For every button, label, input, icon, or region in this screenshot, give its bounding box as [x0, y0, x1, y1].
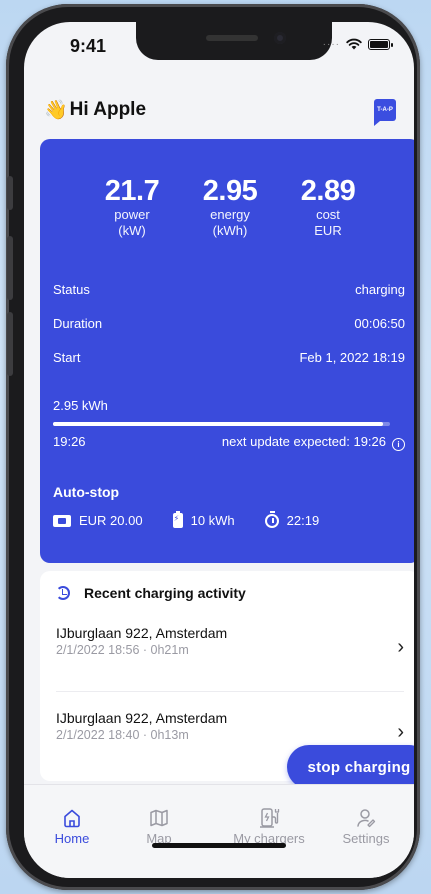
tab-settings[interactable]: Settings: [321, 805, 411, 846]
home-indicator[interactable]: [152, 843, 286, 848]
activity-meta: 2/1/2022 18:40 · 0h13m: [56, 728, 189, 742]
app-screen: 9:41 ···· 👋 Hi Apple T-A-P 21.7 power (k…: [24, 22, 414, 878]
update-row: 19:26 next update expected: 19:26 i: [53, 434, 405, 451]
greeting: 👋 Hi Apple: [44, 98, 146, 122]
status-indicators: ····: [322, 38, 393, 50]
notch: [136, 22, 332, 60]
chevron-right-icon: ›: [397, 636, 404, 658]
detail-label: Start: [53, 350, 81, 365]
detail-row-duration: Duration 00:06:50: [53, 316, 405, 331]
metric-value: 2.95: [202, 175, 258, 207]
autostop-cost: EUR 20.00: [53, 513, 143, 528]
front-camera: [274, 32, 286, 44]
metric-cost: 2.89 cost EUR: [279, 175, 377, 239]
autostop-energy: 10 kWh: [172, 511, 235, 528]
metric-unit: EUR: [314, 223, 342, 238]
metric-unit: (kWh): [212, 223, 248, 238]
battery-charge-icon: [172, 511, 183, 528]
next-update-text: next update expected: 19:26: [221, 434, 386, 449]
autostop-cost-value: EUR 20.00: [79, 513, 143, 528]
user-settings-icon: [357, 809, 376, 828]
speaker: [206, 35, 258, 41]
detail-label: Duration: [53, 316, 103, 331]
autostop-time-value: 22:19: [286, 513, 320, 528]
status-time: 9:41: [70, 36, 107, 56]
home-icon: [64, 809, 80, 828]
progress-bar: [53, 422, 390, 426]
metric-energy: 2.95 energy (kWh): [181, 175, 279, 239]
tab-home[interactable]: Home: [27, 805, 117, 846]
autostop-energy-value: 10 kWh: [190, 513, 235, 528]
metric-value: 2.89: [300, 175, 356, 207]
metric-label: cost: [316, 207, 340, 222]
divider: [56, 691, 404, 692]
autostop-time: 22:19: [264, 510, 320, 528]
tab-my-chargers[interactable]: My chargers: [222, 805, 316, 846]
autostop-row: EUR 20.00 10 kWh 22:19: [53, 510, 349, 528]
tab-bar: Home Map My chargers Settings: [24, 784, 414, 878]
next-update: next update expected: 19:26 i: [222, 434, 405, 451]
recent-activity-title: Recent charging activity: [84, 585, 246, 601]
metrics-row: 21.7 power (kW) 2.95 energy (kWh) 2.89 c…: [40, 175, 414, 239]
detail-row-status: Status charging: [53, 282, 405, 297]
tab-label: Home: [54, 831, 90, 846]
detail-row-start: Start Feb 1, 2022 18:19: [53, 350, 405, 365]
tap-logo[interactable]: T-A-P: [374, 99, 396, 126]
metric-value: 21.7: [104, 175, 160, 207]
map-icon: [150, 809, 168, 827]
progress-time: 19:26: [53, 434, 86, 449]
metric-label: energy: [210, 207, 250, 222]
waving-hand-icon: 👋: [44, 100, 68, 121]
progress-label: 2.95 kWh: [53, 398, 108, 413]
stop-charging-button[interactable]: stop charging: [287, 745, 414, 789]
mute-switch: [7, 176, 13, 210]
charging-session-card: 21.7 power (kW) 2.95 energy (kWh) 2.89 c…: [40, 139, 414, 563]
chevron-right-icon: ›: [397, 721, 404, 743]
metric-power: 21.7 power (kW): [83, 175, 181, 239]
metric-unit: (kW): [118, 223, 146, 238]
volume-up-button: [7, 236, 13, 300]
metric-label: power: [114, 207, 150, 222]
detail-value: 00:06:50: [354, 316, 405, 331]
header: 👋 Hi Apple T-A-P: [44, 95, 396, 126]
detail-value: Feb 1, 2022 18:19: [299, 350, 405, 365]
phone-frame: 9:41 ···· 👋 Hi Apple T-A-P 21.7 power (k…: [6, 4, 420, 890]
tab-map[interactable]: Map: [114, 805, 204, 846]
progress-fill: [53, 422, 384, 426]
history-icon: [56, 586, 70, 600]
autostop-title: Auto-stop: [53, 484, 120, 500]
greeting-text: Hi Apple: [69, 99, 147, 120]
detail-value: charging: [355, 282, 405, 297]
activity-meta: 2/1/2022 18:56 · 0h21m: [56, 643, 189, 657]
info-icon[interactable]: i: [392, 438, 405, 451]
charger-icon: [260, 808, 280, 828]
detail-label: Status: [53, 282, 90, 297]
timer-icon: [264, 510, 279, 528]
wifi-icon: [346, 38, 362, 50]
tab-label: Settings: [342, 831, 390, 846]
wallet-icon: [53, 514, 71, 527]
volume-down-button: [7, 312, 13, 376]
activity-address: IJburglaan 922, Amsterdam: [56, 625, 228, 641]
activity-address: IJburglaan 922, Amsterdam: [56, 710, 228, 726]
battery-icon: [368, 38, 393, 50]
recent-activity-header: Recent charging activity: [56, 585, 246, 601]
activity-item[interactable]: IJburglaan 922, Amsterdam 2/1/2022 18:56…: [56, 624, 404, 674]
signal-dots-icon: ····: [322, 38, 340, 50]
